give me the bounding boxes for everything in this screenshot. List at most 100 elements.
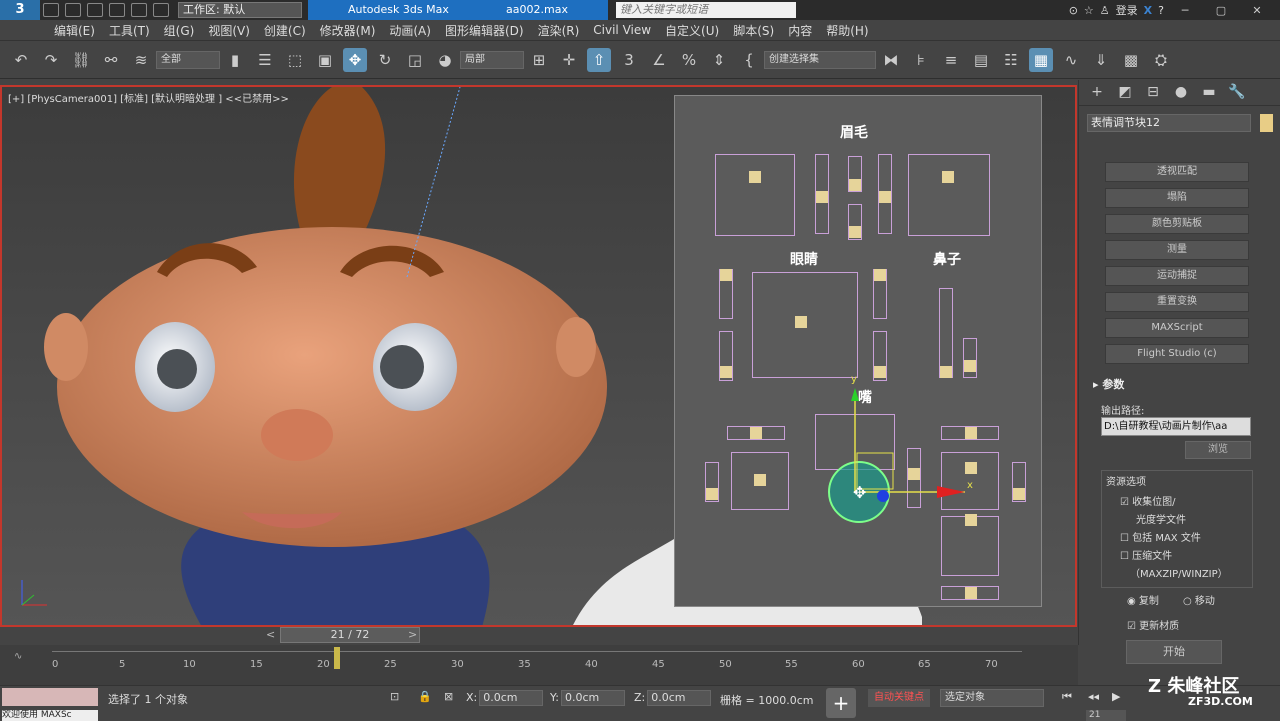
menu-modifiers[interactable]: 修改器(M) <box>320 22 376 39</box>
snaps-toggle-icon[interactable]: 3 <box>617 48 641 72</box>
user-icon[interactable]: ♙ <box>1100 4 1110 17</box>
material-editor-icon[interactable]: ▩ <box>1119 48 1143 72</box>
undo-icon[interactable] <box>109 3 125 17</box>
selection-filter-dropdown[interactable]: 全部 <box>156 50 220 69</box>
compress-checkbox[interactable]: ☐ 压缩文件 <box>1120 547 1172 562</box>
menu-rendering[interactable]: 渲染(R) <box>538 22 580 39</box>
select-object-icon[interactable]: ▮ <box>223 48 247 72</box>
menu-customize[interactable]: 自定义(U) <box>665 22 719 39</box>
menu-create[interactable]: 创建(C) <box>264 22 306 39</box>
menu-tools[interactable]: 工具(T) <box>109 22 150 39</box>
play-icon[interactable]: ▶ <box>1112 690 1120 703</box>
flight-studio-button[interactable]: Flight Studio (c) <box>1105 344 1249 364</box>
coord-y-field[interactable]: 0.0cm <box>560 690 625 706</box>
gizmo-x-arrow[interactable] <box>937 486 965 498</box>
absolute-mode-icon[interactable]: ⊠ <box>444 690 453 703</box>
binoculars-icon[interactable]: ⊙ <box>1069 4 1078 17</box>
prev-key-icon[interactable]: ◂◂ <box>1088 690 1099 703</box>
reference-coordinate-dropdown[interactable]: 局部 <box>460 50 524 69</box>
perspective-match-button[interactable]: 透视匹配 <box>1105 162 1249 182</box>
layer-explorer-icon[interactable]: ≡ <box>939 48 963 72</box>
start-button[interactable]: 开始 <box>1126 640 1222 664</box>
key-filter-dropdown[interactable]: 选定对象 <box>940 689 1044 707</box>
scene-explorer-icon[interactable]: ☷ <box>999 48 1023 72</box>
prev-frame-icon[interactable]: < <box>266 628 275 641</box>
menu-help[interactable]: 帮助(H) <box>826 22 868 39</box>
login-link[interactable]: 登录 <box>1116 2 1138 18</box>
menu-animation[interactable]: 动画(A) <box>389 22 431 39</box>
object-color-swatch[interactable] <box>1260 114 1273 132</box>
bind-space-warp-icon[interactable]: ≋ <box>129 48 153 72</box>
coord-z-field[interactable]: 0.0cm <box>647 690 712 706</box>
measure-button[interactable]: 测量 <box>1105 240 1249 260</box>
go-to-start-icon[interactable]: ⏮ <box>1062 690 1072 704</box>
save-file-icon[interactable] <box>87 3 103 17</box>
workspace-dropdown[interactable]: 工作区: 默认 <box>178 2 302 18</box>
current-frame-field[interactable]: 21 <box>1086 710 1126 721</box>
select-move-icon[interactable]: ✥ <box>343 47 367 72</box>
motion-tab-icon[interactable]: ● <box>1171 84 1191 102</box>
window-crossing-icon[interactable]: ▣ <box>313 48 337 72</box>
add-time-tag-icon[interactable]: + <box>826 688 856 718</box>
collect-bitmaps-checkbox[interactable]: ☑ 收集位图/ <box>1120 493 1176 508</box>
update-materials-checkbox[interactable]: ☑ 更新材质 <box>1127 617 1179 632</box>
select-rotate-icon[interactable]: ↻ <box>373 48 397 72</box>
unlink-icon[interactable]: ⚯ <box>99 48 123 72</box>
hierarchy-tab-icon[interactable]: ⊟ <box>1143 84 1163 102</box>
menu-content[interactable]: 内容 <box>788 22 812 39</box>
project-folder-icon[interactable] <box>153 3 169 17</box>
facial-control-panel[interactable]: 眉毛 眼睛 鼻子 嘴 x y ✥ <box>674 95 1042 607</box>
menu-views[interactable]: 视图(V) <box>208 22 250 39</box>
align-icon[interactable]: ⊧ <box>909 48 933 72</box>
close-button[interactable]: ✕ <box>1242 4 1272 17</box>
select-scale-icon[interactable]: ◲ <box>403 48 427 72</box>
selection-lock-icon[interactable]: 🔒 <box>418 690 432 703</box>
browse-button[interactable]: 浏览 <box>1185 441 1251 459</box>
mirror-icon[interactable]: ⧓ <box>879 48 903 72</box>
pivot-center-icon[interactable]: ⊞ <box>527 48 551 72</box>
current-frame-marker[interactable] <box>334 647 340 669</box>
parameters-rollout-title[interactable]: ▸ 参数 <box>1093 376 1124 392</box>
maxscript-listener-field[interactable] <box>2 688 98 706</box>
curve-editor-icon[interactable]: ∿ <box>1059 48 1083 72</box>
edit-named-selection-icon[interactable]: { <box>737 48 761 72</box>
redo-icon[interactable] <box>131 3 147 17</box>
menu-graph-editors[interactable]: 图形编辑器(D) <box>445 22 524 39</box>
toggle-ribbon-icon[interactable]: ▤ <box>969 48 993 72</box>
minimize-button[interactable]: ─ <box>1170 4 1200 17</box>
new-file-icon[interactable] <box>43 3 59 17</box>
display-tab-icon[interactable]: ▬ <box>1199 84 1219 102</box>
exchange-icon[interactable]: X <box>1144 4 1152 17</box>
menu-scripting[interactable]: 脚本(S) <box>733 22 774 39</box>
angle-snap-icon[interactable]: ∠ <box>647 48 671 72</box>
dope-sheet-icon[interactable]: ⇓ <box>1089 48 1113 72</box>
coord-x-field[interactable]: 0.0cm <box>479 690 544 706</box>
menu-edit[interactable]: 编辑(E) <box>54 22 95 39</box>
next-frame-icon[interactable]: > <box>408 628 417 641</box>
graph-editor-icon[interactable]: ▦ <box>1029 47 1053 72</box>
viewport[interactable]: [+] [PhysCamera001] [标准] [默认明暗处理 ] <<已禁用… <box>0 85 1077 627</box>
render-setup-icon[interactable]: ⛭ <box>1149 48 1173 72</box>
select-by-name-icon[interactable]: ☰ <box>253 48 277 72</box>
rectangular-selection-icon[interactable]: ⬚ <box>283 48 307 72</box>
maximize-button[interactable]: ▢ <box>1206 4 1236 17</box>
link-icon[interactable]: ⛓ <box>69 48 93 72</box>
gizmo-z-dot[interactable] <box>877 490 889 502</box>
menu-group[interactable]: 组(G) <box>164 22 195 39</box>
output-path-field[interactable]: D:\自研教程\动画片制作\aa <box>1101 417 1251 436</box>
move-gizmo[interactable]: x y ✥ <box>675 96 1043 608</box>
include-max-checkbox[interactable]: ☐ 包括 MAX 文件 <box>1120 529 1201 544</box>
create-tab-icon[interactable]: + <box>1087 84 1107 102</box>
reset-xform-button[interactable]: 重置变换 <box>1105 292 1249 312</box>
maxscript-mini-listener[interactable]: 欢迎使用 MAXSc <box>2 710 98 721</box>
select-manipulate-icon[interactable]: ✛ <box>557 48 581 72</box>
undo-icon[interactable]: ↶ <box>9 48 33 72</box>
move-radio[interactable]: ○ 移动 <box>1183 592 1215 607</box>
open-file-icon[interactable] <box>65 3 81 17</box>
curve-editor-mini-icon[interactable]: ∿ <box>14 651 22 662</box>
color-clipboard-button[interactable]: 颜色剪贴板 <box>1105 214 1249 234</box>
percent-snap-icon[interactable]: % <box>677 48 701 72</box>
named-selection-dropdown[interactable]: 创建选择集 <box>764 50 876 69</box>
motion-capture-button[interactable]: 运动捕捉 <box>1105 266 1249 286</box>
help-icon[interactable]: ? <box>1158 4 1164 17</box>
